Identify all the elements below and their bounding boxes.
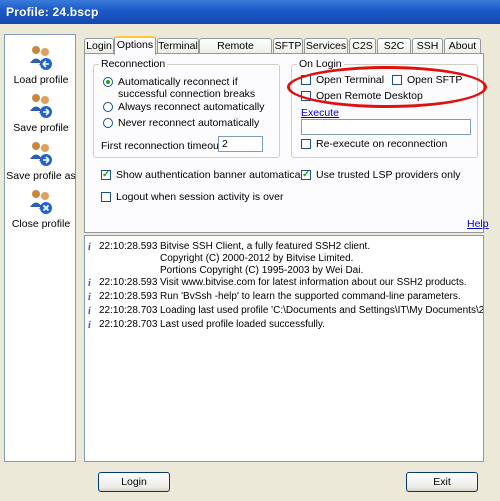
show-banner-label: Show authentication banner automatically xyxy=(116,169,311,181)
tab-options[interactable]: Options xyxy=(114,36,156,55)
trusted-lsp-label: Use trusted LSP providers only xyxy=(316,169,461,181)
log-time: 22:10:28.593 xyxy=(99,277,158,288)
log-message: Visit www.bitvise.com for latest informa… xyxy=(160,277,467,288)
log-message: Portions Copyright (C) 1995-2003 by Wei … xyxy=(160,265,364,276)
radio-auto-reconnect-label-1: Automatically reconnect if xyxy=(118,76,238,88)
tab-login[interactable]: Login xyxy=(84,38,114,54)
save-profile-as-button[interactable]: Save profile as xyxy=(5,139,77,182)
log-entry: i 22:10:28.703 Loading last used profile… xyxy=(88,305,483,317)
tab-s2c[interactable]: S2C xyxy=(377,38,411,54)
radio-always-reconnect[interactable]: Always reconnect automatically xyxy=(103,101,273,114)
radio-auto-reconnect-label-2: successful connection breaks xyxy=(118,88,256,100)
save-profile-label: Save profile xyxy=(13,122,69,134)
exit-button[interactable]: Exit xyxy=(406,472,478,492)
profile-sidebar: Load profile Save profile Save profile a… xyxy=(4,34,76,462)
open-sftp-label: Open SFTP xyxy=(407,74,463,86)
tab-sftp[interactable]: SFTP xyxy=(273,38,303,54)
log-message: Loading last used profile 'C:\Documents … xyxy=(160,305,484,316)
open-remote-desktop-label: Open Remote Desktop xyxy=(316,90,423,102)
login-button[interactable]: Login xyxy=(98,472,170,492)
window-title: Profile: 24.bscp xyxy=(0,0,500,24)
log-entry: i 22:10:28.593 Run 'BvSsh -help' to lear… xyxy=(88,291,483,303)
reconnect-timeout-input[interactable] xyxy=(218,136,263,152)
show-banner-check[interactable]: ✓ xyxy=(101,170,111,180)
radio-always-reconnect-label: Always reconnect automatically xyxy=(118,101,265,113)
tab-ssh[interactable]: SSH xyxy=(412,38,443,54)
on-login-legend: On Login xyxy=(299,58,342,70)
log-message: Copyright (C) 2000-2012 by Bitvise Limit… xyxy=(160,253,354,264)
info-icon: i xyxy=(88,278,91,289)
help-link[interactable]: Help xyxy=(467,218,489,230)
trusted-lsp-check[interactable]: ✓ xyxy=(301,170,311,180)
load-profile-icon xyxy=(27,43,55,71)
reexecute-label: Re-execute on reconnection xyxy=(316,138,448,150)
tab-c2s[interactable]: C2S xyxy=(349,38,376,54)
reexecute-checkbox[interactable]: Re-execute on reconnection xyxy=(301,138,451,151)
save-profile-button[interactable]: Save profile xyxy=(5,91,77,134)
reconnect-timeout-label: First reconnection timeout xyxy=(101,140,222,152)
radio-always-reconnect-control[interactable] xyxy=(103,102,113,112)
log-time: 22:10:28.703 xyxy=(99,319,158,330)
radio-auto-reconnect[interactable]: Automatically reconnect if successful co… xyxy=(103,76,273,102)
logout-when-over-label: Logout when session activity is over xyxy=(116,191,284,203)
tab-about[interactable]: About xyxy=(444,38,481,54)
reexecute-check[interactable] xyxy=(301,139,311,149)
radio-never-reconnect-control[interactable] xyxy=(103,118,113,128)
execute-input[interactable] xyxy=(301,119,471,135)
open-terminal-check[interactable] xyxy=(301,75,311,85)
tab-services[interactable]: Services xyxy=(304,38,348,54)
open-sftp-check[interactable] xyxy=(392,75,402,85)
tab-terminal[interactable]: Terminal xyxy=(157,38,199,54)
info-icon: i xyxy=(88,292,91,303)
close-profile-icon xyxy=(27,187,55,215)
tab-remote-desktop[interactable]: Remote Desktop xyxy=(199,38,272,64)
log-entry: i 22:10:28.593 Visit www.bitvise.com for… xyxy=(88,277,483,289)
close-profile-label: Close profile xyxy=(11,218,71,230)
load-profile-label: Load profile xyxy=(13,74,69,86)
info-icon: i xyxy=(88,242,91,253)
radio-never-reconnect-label: Never reconnect automatically xyxy=(118,117,260,129)
log-time: 22:10:28.593 xyxy=(99,291,158,302)
reconnection-legend: Reconnection xyxy=(101,58,166,70)
log-time: 22:10:28.593 xyxy=(99,241,158,252)
execute-link[interactable]: Execute xyxy=(301,107,339,119)
open-terminal-label: Open Terminal xyxy=(316,74,385,86)
info-icon: i xyxy=(88,306,91,317)
open-remote-desktop-checkbox[interactable]: Open Remote Desktop xyxy=(301,90,441,103)
log-message: Last used profile loaded successfully. xyxy=(160,319,325,330)
close-profile-button[interactable]: Close profile xyxy=(5,187,77,230)
logout-when-over-checkbox[interactable]: Logout when session activity is over xyxy=(101,191,291,204)
radio-auto-reconnect-control[interactable] xyxy=(103,77,113,87)
logout-when-over-check[interactable] xyxy=(101,192,111,202)
log-entry: i 22:10:28.593 Bitvise SSH Client, a ful… xyxy=(88,241,483,279)
log-entry: i 22:10:28.703 Last used profile loaded … xyxy=(88,319,483,331)
bottom-bar: Login Exit xyxy=(0,464,500,501)
open-sftp-checkbox[interactable]: Open SFTP xyxy=(392,74,472,87)
open-remote-desktop-check[interactable] xyxy=(301,91,311,101)
save-profile-as-label: Save profile as xyxy=(6,170,76,182)
options-panel: Reconnection Automatically reconnect if … xyxy=(84,53,489,233)
log-panel[interactable]: i 22:10:28.593 Bitvise SSH Client, a ful… xyxy=(84,235,484,462)
log-message: Run 'BvSsh -help' to learn the supported… xyxy=(160,291,461,302)
trusted-lsp-checkbox[interactable]: ✓ Use trusted LSP providers only xyxy=(301,169,461,182)
log-message: Bitvise SSH Client, a fully featured SSH… xyxy=(160,241,371,252)
info-icon: i xyxy=(88,320,91,331)
save-profile-icon xyxy=(27,91,55,119)
load-profile-button[interactable]: Load profile xyxy=(5,43,77,86)
show-banner-checkbox[interactable]: ✓ Show authentication banner automatical… xyxy=(101,169,310,182)
open-terminal-checkbox[interactable]: Open Terminal xyxy=(301,74,391,87)
radio-never-reconnect[interactable]: Never reconnect automatically xyxy=(103,117,273,130)
save-profile-as-icon xyxy=(27,139,55,167)
log-time: 22:10:28.703 xyxy=(99,305,158,316)
